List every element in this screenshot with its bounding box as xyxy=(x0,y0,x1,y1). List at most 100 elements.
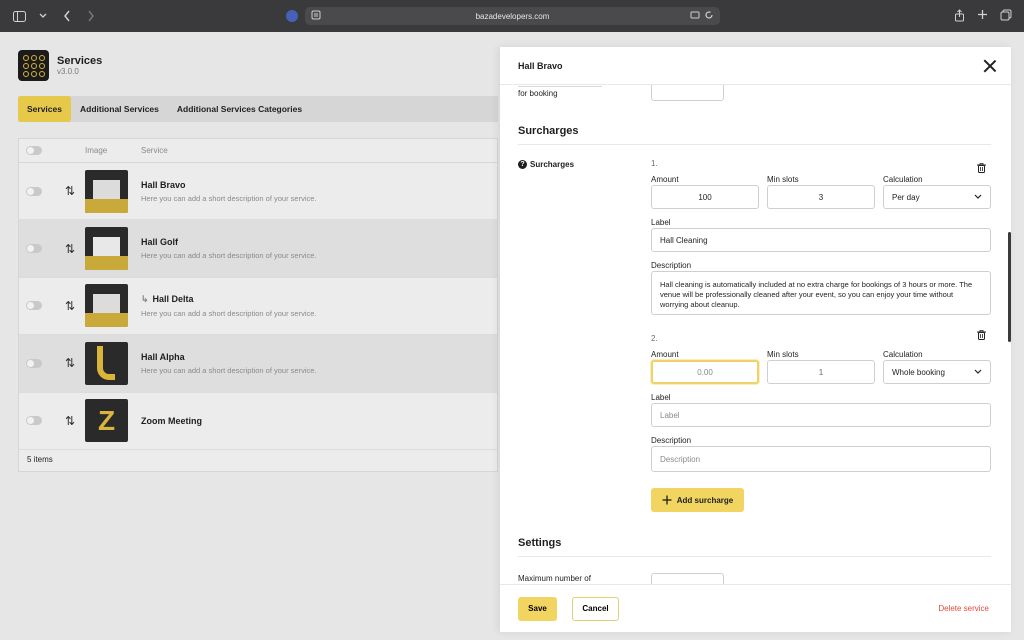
drag-handle-icon[interactable]: ⇅ xyxy=(65,356,85,370)
sidebar-toggle-icon[interactable] xyxy=(12,9,26,23)
row-toggle[interactable] xyxy=(26,186,42,196)
column-header-image: Image xyxy=(85,146,108,155)
description-field-label: Description xyxy=(651,436,692,445)
service-thumbnail xyxy=(85,284,128,328)
add-surcharge-button[interactable]: Add surcharge xyxy=(651,488,744,512)
tab-overview-icon[interactable] xyxy=(1000,9,1012,24)
address-bar[interactable]: bazadevelopers.com xyxy=(305,7,720,25)
column-header-service: Service xyxy=(141,146,168,155)
reload-icon[interactable] xyxy=(704,10,714,22)
drawer-title: Hall Bravo xyxy=(518,60,563,71)
service-thumbnail xyxy=(85,169,128,213)
drag-handle-icon[interactable]: ⇅ xyxy=(65,299,85,313)
service-description: Here you can add a short description of … xyxy=(141,193,317,203)
service-name[interactable]: Hall Golf xyxy=(141,237,497,247)
settings-section-title: Settings xyxy=(518,537,562,549)
close-icon[interactable] xyxy=(983,59,997,73)
description-input[interactable]: Description xyxy=(651,446,991,472)
drawer-scrollbar[interactable] xyxy=(1008,232,1011,342)
drawer-body: ———————————— for booking Surcharges ? Su… xyxy=(500,85,1011,585)
drag-handle-icon[interactable]: ⇅ xyxy=(65,414,85,428)
app-version: v3.0.0 xyxy=(57,67,79,76)
drag-handle-icon[interactable]: ⇅ xyxy=(65,184,85,198)
delete-service-link[interactable]: Delete service xyxy=(938,604,989,613)
trash-icon[interactable] xyxy=(977,330,986,340)
calculation-label: Calculation xyxy=(883,175,923,184)
label-field-label: Label xyxy=(651,393,671,402)
min-slots-input[interactable]: 3 xyxy=(767,185,875,209)
label-input[interactable]: Label xyxy=(651,403,991,427)
tab-additional-services-categories[interactable]: Additional Services Categories xyxy=(168,96,311,122)
browser-toolbar: bazadevelopers.com xyxy=(0,0,1024,32)
label-field-label: Label xyxy=(651,218,671,227)
service-description: Here you can add a short description of … xyxy=(141,251,317,261)
trash-icon[interactable] xyxy=(977,163,986,173)
calculation-select[interactable]: Whole booking xyxy=(883,360,991,384)
drag-handle-icon[interactable]: ⇅ xyxy=(65,242,85,256)
help-icon[interactable]: ? xyxy=(518,160,527,169)
service-name[interactable]: Hall Alpha xyxy=(141,352,497,362)
cancel-button[interactable]: Cancel xyxy=(572,596,619,621)
label-input[interactable]: Hall Cleaning xyxy=(651,228,991,252)
reader-icon[interactable] xyxy=(311,10,321,22)
forward-icon[interactable] xyxy=(84,9,98,23)
select-all-toggle[interactable] xyxy=(26,146,42,155)
back-icon[interactable] xyxy=(60,9,74,23)
calculation-value: Whole booking xyxy=(892,367,945,377)
add-surcharge-label: Add surcharge xyxy=(676,495,734,505)
row-toggle[interactable] xyxy=(26,301,42,311)
url-text: bazadevelopers.com xyxy=(475,11,550,21)
plus-icon xyxy=(662,495,672,505)
privacy-shield-icon[interactable] xyxy=(286,10,298,22)
service-thumbnail: Z xyxy=(85,399,128,443)
table-row[interactable]: ⇅ Hall Alpha Here you can add a short de… xyxy=(19,335,497,393)
table-row[interactable]: ⇅ Hall Bravo Here you can add a short de… xyxy=(19,163,497,221)
new-tab-icon[interactable] xyxy=(977,9,988,24)
surcharges-field-label: Surcharges xyxy=(530,160,575,169)
app-header: Services v3.0.0 xyxy=(18,50,102,81)
table-row[interactable]: ⇅ Hall Golf Here you can add a short des… xyxy=(19,220,497,278)
amount-label: Amount xyxy=(651,175,679,184)
save-button[interactable]: Save xyxy=(518,596,557,621)
amount-input[interactable]: 100 xyxy=(651,185,759,209)
description-field-label: Description xyxy=(651,261,692,270)
row-toggle[interactable] xyxy=(26,244,42,254)
tab-services[interactable]: Services xyxy=(18,96,71,122)
surcharge-index: 1. xyxy=(651,159,658,168)
edit-service-drawer: Hall Bravo ———————————— for booking Surc… xyxy=(500,47,1011,632)
settings-field-label: Maximum number of xyxy=(518,574,591,583)
service-thumbnail xyxy=(85,341,128,385)
translate-icon[interactable] xyxy=(690,10,700,22)
table-row[interactable]: ⇅ Z Zoom Meeting xyxy=(19,393,497,450)
row-toggle[interactable] xyxy=(26,358,42,368)
calculation-label: Calculation xyxy=(883,350,923,359)
sub-service-arrow-icon: ↳ xyxy=(141,293,149,304)
min-slots-label: Min slots xyxy=(767,175,799,184)
description-textarea[interactable]: Hall cleaning is automatically included … xyxy=(651,271,991,315)
min-slots-input[interactable]: 1 xyxy=(767,360,875,384)
chevron-down-icon[interactable] xyxy=(36,9,50,23)
partial-field-label: for booking xyxy=(518,89,558,98)
drawer-footer: Save Cancel Delete service xyxy=(500,584,1011,632)
service-description: Here you can add a short description of … xyxy=(141,308,317,318)
amount-label: Amount xyxy=(651,350,679,359)
partial-field-input[interactable] xyxy=(651,85,724,101)
tab-additional-services[interactable]: Additional Services xyxy=(71,96,168,122)
amount-input[interactable]: 0.00 xyxy=(651,360,759,384)
row-toggle[interactable] xyxy=(26,416,42,426)
drawer-header: Hall Bravo xyxy=(500,47,1011,85)
chevron-down-icon xyxy=(974,369,982,374)
calculation-value: Per day xyxy=(892,192,920,202)
surcharges-section-title: Surcharges xyxy=(518,125,579,137)
table-header: Image Service xyxy=(19,139,497,163)
services-table: Image Service ⇅ Hall Bravo Here you can … xyxy=(18,138,498,472)
share-icon[interactable] xyxy=(954,9,965,24)
service-name[interactable]: Hall Bravo xyxy=(141,180,497,190)
app-title: Services xyxy=(57,55,103,67)
service-name[interactable]: Zoom Meeting xyxy=(141,416,497,426)
table-row[interactable]: ⇅ ↳ Hall Delta Here you can add a short d… xyxy=(19,278,497,336)
service-name[interactable]: Hall Delta xyxy=(153,294,194,304)
tab-bar: Services Additional Services Additional … xyxy=(18,96,498,122)
surcharge-index: 2. xyxy=(651,334,658,343)
calculation-select[interactable]: Per day xyxy=(883,185,991,209)
